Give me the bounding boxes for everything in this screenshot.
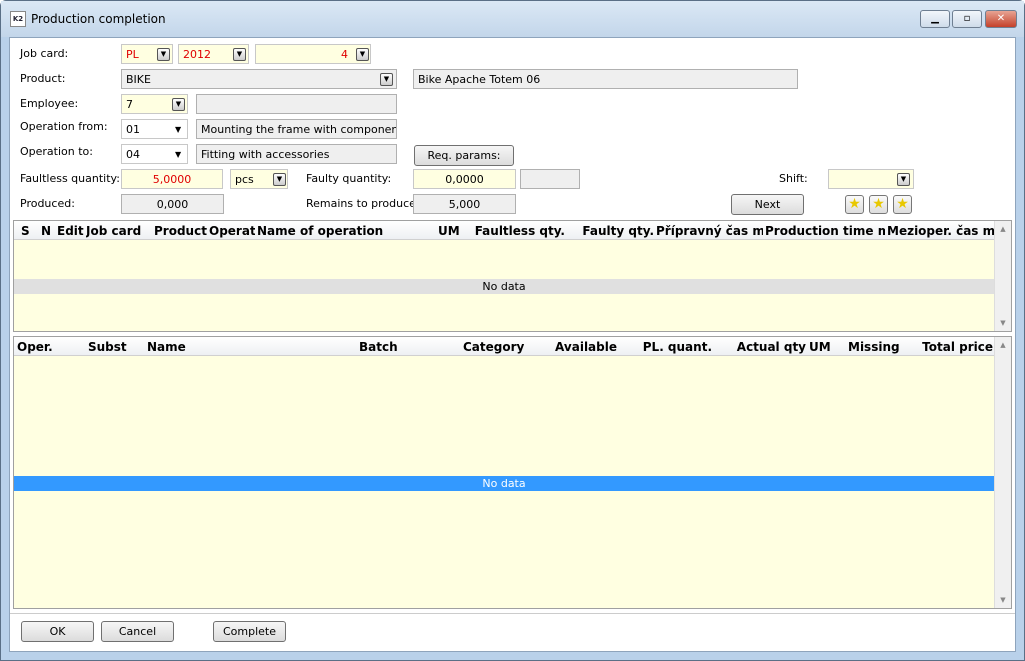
column-header[interactable]: Actual qty bbox=[714, 340, 806, 354]
column-header[interactable]: PL. quant. bbox=[620, 340, 712, 354]
faulty-qty-field[interactable]: 0,0000 bbox=[413, 169, 516, 189]
grid-header: S N Edit Job card Product Operat Name of… bbox=[14, 221, 1011, 240]
job-card-label: Job card: bbox=[20, 47, 69, 60]
star-icon[interactable]: ★ bbox=[845, 195, 864, 214]
chevron-down-icon[interactable]: ▼ bbox=[897, 173, 910, 186]
chevron-down-icon[interactable]: ▼ bbox=[380, 73, 393, 86]
operation-to-name: Fitting with accessories bbox=[196, 144, 397, 164]
column-header[interactable]: Available bbox=[524, 340, 617, 354]
remains-label: Remains to produce: bbox=[306, 197, 420, 210]
faulty-qty-extra-field bbox=[520, 169, 580, 189]
column-header[interactable]: UM bbox=[438, 224, 460, 238]
window-title: Production completion bbox=[31, 12, 166, 26]
chevron-down-icon[interactable]: ▼ bbox=[172, 98, 185, 111]
column-header[interactable]: Total price bbox=[899, 340, 993, 354]
column-header[interactable]: Job card bbox=[86, 224, 141, 238]
shift-label: Shift: bbox=[779, 172, 808, 185]
column-header[interactable]: Category bbox=[463, 340, 524, 354]
grid-header: Oper. Subst Name Batch Category Availabl… bbox=[14, 337, 1011, 356]
faulty-qty-label: Faulty quantity: bbox=[306, 172, 392, 185]
chevron-down-icon[interactable]: ▼ bbox=[175, 150, 181, 159]
column-header[interactable]: Přípravný čas m bbox=[656, 224, 763, 238]
column-header[interactable]: Faulty qty. bbox=[567, 224, 654, 238]
operations-grid[interactable]: S N Edit Job card Product Operat Name of… bbox=[13, 220, 1012, 332]
cancel-button[interactable]: Cancel bbox=[101, 621, 174, 642]
remains-field: 5,000 bbox=[413, 194, 516, 214]
column-header[interactable]: Name of operation bbox=[257, 224, 383, 238]
column-header[interactable]: Product bbox=[154, 224, 207, 238]
column-header[interactable]: Operat bbox=[209, 224, 255, 238]
ok-button[interactable]: OK bbox=[21, 621, 94, 642]
product-field[interactable]: BIKE bbox=[121, 69, 397, 89]
column-header[interactable]: Subst bbox=[88, 340, 127, 354]
minimize-button[interactable]: ▁ bbox=[920, 10, 950, 28]
complete-button[interactable]: Complete bbox=[213, 621, 286, 642]
column-header[interactable]: Mezioper. čas m bbox=[887, 224, 994, 238]
title-bar: K2 Production completion ▁ ▫ ✕ bbox=[1, 1, 1024, 37]
operation-from-name: Mounting the frame with components bbox=[196, 119, 397, 139]
vertical-scrollbar[interactable]: ▲ ▼ bbox=[994, 337, 1011, 608]
operation-to-label: Operation to: bbox=[20, 145, 93, 158]
product-label: Product: bbox=[20, 72, 66, 85]
job-card-number-field[interactable]: 4 bbox=[255, 44, 371, 64]
chevron-down-icon[interactable]: ▼ bbox=[175, 125, 181, 134]
column-header[interactable]: Missing bbox=[848, 340, 900, 354]
req-params-button[interactable]: Req. params: bbox=[414, 145, 514, 166]
column-header[interactable]: S bbox=[21, 224, 30, 238]
column-header[interactable]: Name bbox=[147, 340, 186, 354]
next-button[interactable]: Next bbox=[731, 194, 804, 215]
product-name-field: Bike Apache Totem 06 bbox=[413, 69, 798, 89]
no-data-row: No data bbox=[14, 279, 994, 294]
column-header[interactable]: UM bbox=[809, 340, 831, 354]
chevron-down-icon[interactable]: ▼ bbox=[273, 173, 286, 186]
column-header[interactable]: Faultless qty. bbox=[469, 224, 565, 238]
employee-label: Employee: bbox=[20, 97, 79, 110]
column-header[interactable]: Edit bbox=[57, 224, 84, 238]
column-header[interactable]: Production time m bbox=[765, 224, 885, 238]
maximize-button[interactable]: ▫ bbox=[952, 10, 982, 28]
produced-field: 0,000 bbox=[121, 194, 224, 214]
no-data-row: No data bbox=[14, 476, 994, 491]
employee-name-field bbox=[196, 94, 397, 114]
close-button[interactable]: ✕ bbox=[985, 10, 1017, 28]
faultless-qty-field[interactable]: 5,0000 bbox=[121, 169, 223, 189]
chevron-down-icon[interactable]: ▼ bbox=[233, 48, 246, 61]
chevron-down-icon[interactable]: ▼ bbox=[356, 48, 369, 61]
column-header[interactable]: Oper. bbox=[17, 340, 53, 354]
footer-divider bbox=[10, 613, 1015, 614]
star-add-icon[interactable]: ★ bbox=[869, 195, 888, 214]
faultless-qty-label: Faultless quantity: bbox=[20, 172, 120, 185]
vertical-scrollbar[interactable]: ▲ ▼ bbox=[994, 221, 1011, 331]
operation-from-label: Operation from: bbox=[20, 120, 108, 133]
produced-label: Produced: bbox=[20, 197, 75, 210]
column-header[interactable]: Batch bbox=[359, 340, 398, 354]
star-remove-icon[interactable]: ★ bbox=[893, 195, 912, 214]
app-logo-icon: K2 bbox=[10, 11, 26, 27]
column-header[interactable]: N bbox=[41, 224, 51, 238]
materials-grid[interactable]: Oper. Subst Name Batch Category Availabl… bbox=[13, 336, 1012, 609]
chevron-down-icon[interactable]: ▼ bbox=[157, 48, 170, 61]
